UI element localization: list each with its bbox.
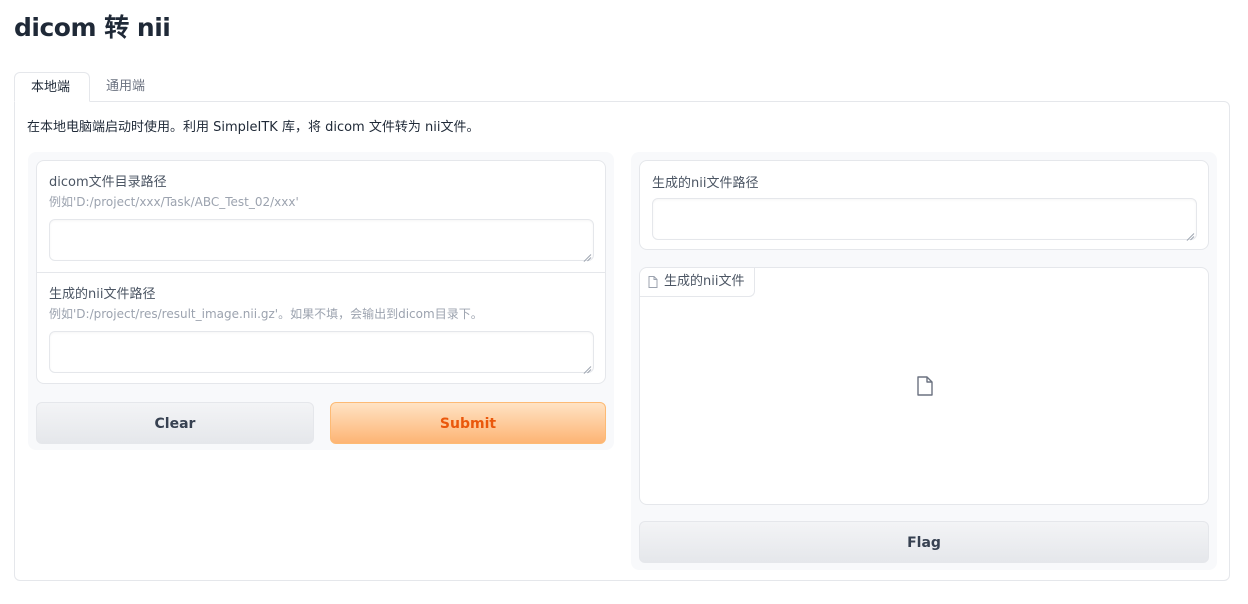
dicom-dir-label: dicom文件目录路径 — [49, 175, 167, 190]
nii-path-field: 生成的nii文件路径 例如'D:/project/res/result_imag… — [37, 273, 605, 383]
clear-button[interactable]: Clear — [36, 402, 314, 444]
tab-bar: 本地端 通用端 — [14, 72, 1230, 102]
nii-path-info: 例如'D:/project/res/result_image.nii.gz'。如… — [49, 307, 483, 321]
dicom-dir-field: dicom文件目录路径 例如'D:/project/xxx/Task/ABC_T… — [37, 161, 605, 273]
output-file-label-badge: 生成的nii文件 — [640, 268, 756, 297]
dicom-dir-info: 例如'D:/project/xxx/Task/ABC_Test_02/xxx' — [49, 195, 299, 209]
tab-general[interactable]: 通用端 — [90, 72, 170, 102]
file-icon — [648, 276, 658, 288]
submit-button[interactable]: Submit — [330, 402, 606, 444]
output-path-textbox[interactable] — [652, 198, 1197, 240]
dicom-dir-input[interactable] — [49, 219, 594, 261]
output-path-label: 生成的nii文件路径 — [652, 176, 759, 191]
resize-handle-icon[interactable] — [583, 250, 591, 258]
file-icon — [917, 376, 933, 396]
page-title: dicom 转 nii — [14, 13, 171, 42]
tab-panel: 在本地电脑端启动时使用。利用 SimpleITK 库，将 dicom 文件转为 … — [14, 101, 1230, 581]
input-form: dicom文件目录路径 例如'D:/project/xxx/Task/ABC_T… — [36, 160, 606, 384]
resize-handle-icon[interactable] — [1186, 229, 1194, 237]
panel-description: 在本地电脑端启动时使用。利用 SimpleITK 库，将 dicom 文件转为 … — [27, 120, 480, 135]
output-file-label: 生成的nii文件 — [664, 274, 745, 289]
flag-button[interactable]: Flag — [639, 521, 1209, 563]
output-path-box: 生成的nii文件路径 — [639, 160, 1209, 250]
input-column: dicom文件目录路径 例如'D:/project/xxx/Task/ABC_T… — [28, 152, 614, 450]
output-file-box: 生成的nii文件 — [639, 267, 1209, 505]
nii-path-label: 生成的nii文件路径 — [49, 287, 156, 302]
output-column: 生成的nii文件路径 生成的nii文件 Flag — [631, 152, 1217, 570]
nii-path-input[interactable] — [49, 331, 594, 373]
resize-handle-icon[interactable] — [583, 362, 591, 370]
tab-local[interactable]: 本地端 — [14, 72, 90, 102]
